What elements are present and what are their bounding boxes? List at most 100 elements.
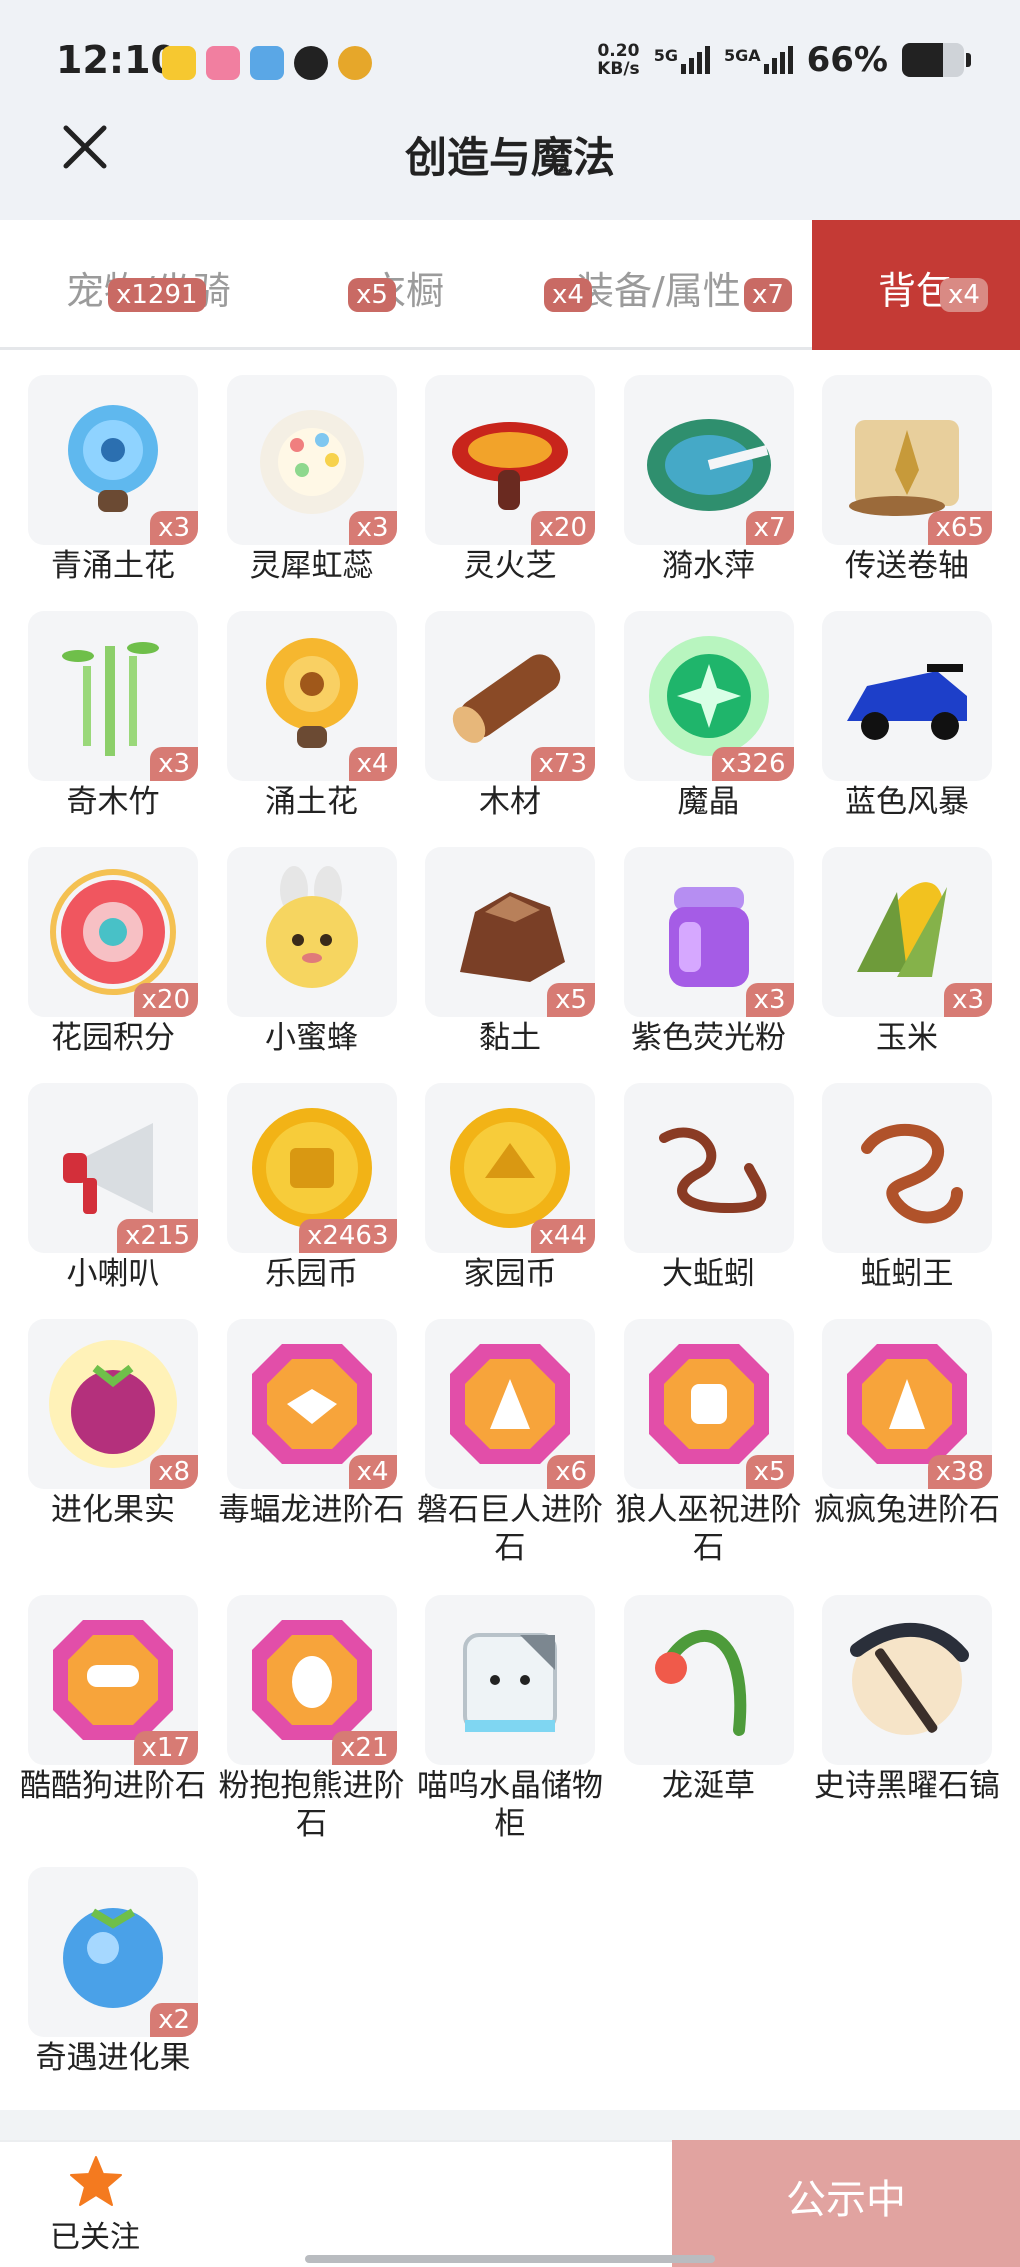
item-quantity-badge: x65 (927, 511, 992, 545)
inventory-item[interactable]: x8 进化果实 (0, 1319, 198, 1549)
item-tile: x326 (623, 611, 794, 781)
item-tile (425, 1595, 595, 1765)
item-quantity-badge: x3 (150, 747, 198, 781)
wood-log-icon (452, 654, 561, 743)
pink-bear-gem-icon (251, 1620, 372, 1740)
item-quantity-badge: x17 (133, 1731, 198, 1765)
inventory-item[interactable]: x4 涌土花 (199, 611, 397, 841)
inventory-item[interactable]: x4 毒蝠龙进阶石 (199, 1319, 405, 1549)
status-bar: 12:10 0.20 KB/s 5G 5GA 66% (0, 0, 1020, 120)
inventory-item[interactable]: 喵呜水晶储物柜 (397, 1595, 603, 1842)
inventory-item[interactable]: x2463 乐园币 (199, 1083, 397, 1313)
item-quantity-badge: x73 (530, 747, 595, 781)
dragon-grass-icon (654, 1629, 746, 1736)
inventory-item[interactable]: x3 灵犀虹蕊 (199, 375, 397, 605)
paradise-coin-icon (251, 1108, 372, 1228)
inventory-item[interactable]: x38 疯疯兔进阶石 (794, 1319, 1000, 1549)
inventory-item[interactable]: 小蜜蜂 (199, 847, 397, 1077)
item-quantity-badge: x326 (712, 747, 794, 781)
item-tile: x3 (226, 375, 397, 545)
item-quantity-badge: x3 (944, 983, 992, 1017)
inventory-item[interactable]: x6 磐石巨人进阶石 (397, 1319, 603, 1566)
inventory-item[interactable]: x65 传送卷轴 (794, 375, 992, 605)
footer-divider (0, 2110, 1020, 2140)
item-tile: x20 (425, 375, 595, 545)
item-quantity-badge: x5 (745, 1455, 794, 1489)
inventory-item[interactable]: 蓝色风暴 (794, 611, 992, 841)
item-name: 灵火芝 (463, 548, 557, 584)
lily-pad-icon (646, 419, 771, 511)
item-name: 磐石巨人进阶石 (417, 1492, 603, 1566)
item-tile: x3 (822, 847, 992, 1017)
item-grid: x3 青涌土花 x3 灵犀虹蕊 x20 灵火芝 x7 漪水萍 x65 传送卷轴 x3 奇木竹 x4 涌土花… (0, 350, 1020, 2110)
item-name: 粉抱抱熊进阶石 (218, 1768, 405, 1842)
home-indicator[interactable] (305, 2255, 715, 2263)
inventory-item[interactable]: 史诗黑曜石镐 (794, 1595, 1000, 1825)
inventory-item[interactable]: x17 酷酷狗进阶石 (0, 1595, 206, 1825)
item-quantity-badge: x20 (133, 983, 198, 1017)
item-tile: x3 (28, 611, 198, 781)
crazy-rabbit-gem-icon (847, 1344, 967, 1464)
item-name: 史诗黑曜石镐 (814, 1768, 1000, 1804)
inventory-item[interactable]: x3 玉米 (794, 847, 992, 1077)
item-name: 小蜜蜂 (265, 1020, 358, 1056)
inventory-item[interactable]: x3 紫色荧光粉 (596, 847, 794, 1077)
item-tile: x6 (425, 1319, 595, 1489)
item-name: 酷酷狗进阶石 (20, 1768, 206, 1804)
home-coin-icon (450, 1108, 570, 1228)
inventory-item[interactable]: 大蚯蚓 (596, 1083, 794, 1313)
inventory-item[interactable]: x73 木材 (397, 611, 595, 841)
item-name: 大蚯蚓 (662, 1256, 755, 1292)
rock-giant-gem-icon (450, 1344, 570, 1464)
inventory-item[interactable]: 龙涎草 (596, 1595, 794, 1825)
inventory-item[interactable]: x20 花园积分 (0, 847, 198, 1077)
item-quantity-badge: x4 (348, 747, 397, 781)
purple-powder-jar-icon (668, 887, 749, 987)
inventory-item[interactable]: x20 灵火芝 (397, 375, 595, 605)
tab-count-badge: x7 (744, 278, 792, 312)
item-tile (822, 611, 992, 781)
inventory-item[interactable]: x3 青涌土花 (0, 375, 198, 605)
clay-rock-icon (460, 892, 565, 982)
item-tile: x2 (28, 1867, 198, 2037)
inventory-item[interactable]: x326 魔晶 (596, 611, 794, 841)
page-title: 创造与魔法 (404, 133, 615, 182)
inventory-item[interactable]: x44 家园币 (397, 1083, 595, 1313)
blue-race-car-icon (847, 664, 967, 740)
item-name: 喵呜水晶储物柜 (417, 1768, 603, 1842)
inventory-item[interactable]: x21 粉抱抱熊进阶石 (199, 1595, 405, 1842)
tab-equipment[interactable]: 装备/属性 x4 (540, 220, 770, 350)
garden-points-flower-icon (50, 869, 176, 995)
little-bee-icon (265, 866, 358, 988)
item-tile: x17 (28, 1595, 198, 1765)
item-tile: x7 (623, 375, 794, 545)
item-quantity-badge: x38 (927, 1455, 992, 1489)
earthworm-king-icon (861, 1123, 963, 1224)
inventory-item[interactable]: x7 漪水萍 (596, 375, 794, 605)
tab-backpack[interactable]: 背包 x4 (812, 220, 1020, 350)
inventory-item[interactable]: x3 奇木竹 (0, 611, 198, 841)
bat-dragon-gem-icon (251, 1344, 372, 1464)
item-quantity-badge: x21 (332, 1731, 397, 1765)
tab-pets-mounts[interactable]: 宠物/坐骑 x1291 (0, 220, 231, 350)
inventory-item[interactable]: 蚯蚓王 (794, 1083, 992, 1313)
inventory-item[interactable]: x2 奇遇进化果 (0, 1867, 198, 2097)
item-quantity-badge: x2463 (298, 1219, 397, 1253)
follow-label: 已关注 (50, 2220, 140, 2255)
music-target-icon (338, 46, 372, 80)
item-name: 木材 (479, 784, 541, 820)
public-status-button[interactable]: 公示中 (672, 2140, 1020, 2267)
inventory-item[interactable]: x215 小喇叭 (0, 1083, 198, 1313)
item-name: 青涌土花 (51, 548, 175, 584)
follow-button[interactable]: 已关注 (40, 2150, 150, 2260)
bamboo-icon (62, 642, 159, 756)
inventory-item[interactable]: x5 狼人巫祝进阶石 (596, 1319, 802, 1566)
inventory-item[interactable]: x5 黏土 (397, 847, 595, 1077)
signal-bars-icon (680, 46, 710, 74)
tab-wardrobe[interactable]: 衣橱 x5 (330, 220, 480, 350)
item-quantity-badge: x3 (150, 511, 198, 545)
item-quantity-badge: x7 (745, 511, 794, 545)
cat-crystal-cabinet-icon (463, 1633, 557, 1732)
item-tile: x215 (28, 1083, 198, 1253)
item-tile: x4 (226, 1319, 397, 1489)
